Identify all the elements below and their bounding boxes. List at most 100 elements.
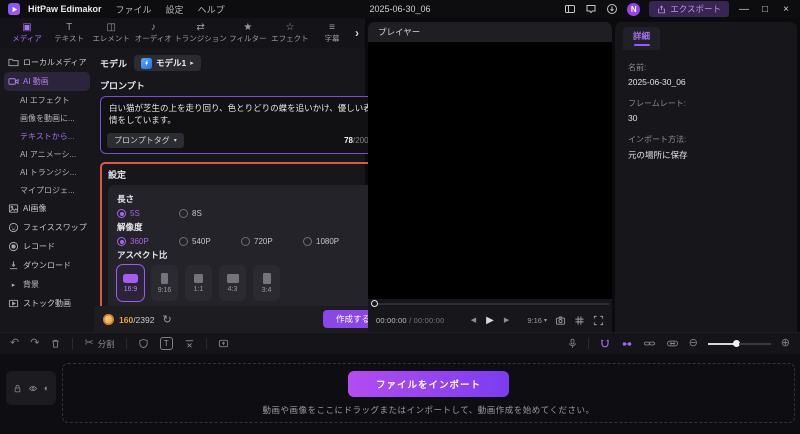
sidebar-item-text-to-video[interactable]: テキストから...: [4, 127, 90, 145]
sidebar-item-record[interactable]: レコード: [4, 237, 90, 256]
download-updates-icon[interactable]: [606, 3, 618, 15]
menu-file[interactable]: ファイル: [116, 3, 152, 16]
tab-audio[interactable]: ♪ オーディオ: [132, 22, 174, 44]
aspect-16-9-button[interactable]: 16:9: [117, 265, 144, 301]
radio-1080p[interactable]: 1080P: [303, 237, 365, 246]
seek-bar[interactable]: [368, 299, 612, 308]
details-panel: 詳細 名前: 2025-06-30_06 フレームレート: 30 インポート方法…: [615, 22, 797, 332]
remove-subtitle-icon[interactable]: [184, 338, 195, 349]
mute-track-icon[interactable]: ◐: [44, 383, 49, 393]
tab-media[interactable]: ▣ メディア: [6, 22, 48, 44]
fullscreen-icon[interactable]: [593, 315, 604, 326]
mask-icon[interactable]: [138, 338, 149, 349]
auto-ripple-toggle-icon[interactable]: [599, 338, 611, 350]
player-panel: プレイヤー 00:00:00 / 00:00:00 ◀ ▶ ▶ 9:16 ▾: [368, 22, 612, 332]
aspect-1-1-button[interactable]: 1:1: [185, 265, 212, 301]
sidebar-item-ai-video[interactable]: AI 動画: [4, 72, 90, 91]
menu-help[interactable]: ヘルプ: [198, 3, 225, 16]
face-swap-icon: [8, 222, 19, 233]
radio-8s[interactable]: 8S: [179, 209, 241, 218]
radio-360p[interactable]: 360P: [117, 237, 179, 246]
sidebar-item-ai-effects[interactable]: AI エフェクト: [4, 91, 90, 109]
sidebar-item-background[interactable]: ▸ 背景: [4, 275, 90, 294]
tab-text[interactable]: T テキスト: [48, 22, 90, 44]
feedback-icon[interactable]: [585, 3, 597, 15]
voiceover-mic-icon[interactable]: [567, 338, 578, 349]
model-select-button[interactable]: モデル1 ▸: [134, 55, 201, 71]
split-button[interactable]: ✂ 分割: [84, 338, 114, 350]
radio-icon: [241, 237, 250, 246]
radio-540p[interactable]: 540P: [179, 237, 241, 246]
active-tab-underline: [633, 44, 650, 46]
redo-icon[interactable]: ↷: [30, 338, 39, 349]
tab-filters[interactable]: ★ フィルター: [227, 22, 269, 44]
delete-icon[interactable]: [50, 338, 61, 349]
tab-effects[interactable]: ☆ エフェクト: [269, 22, 311, 44]
sidebar-item-ai-image[interactable]: AI画像: [4, 199, 90, 218]
sidebar-item-ai-animation[interactable]: AI アニメーシ...: [4, 145, 90, 163]
snapshot-icon[interactable]: [555, 315, 566, 326]
fit-timeline-icon[interactable]: [666, 338, 679, 349]
close-button[interactable]: ×: [780, 4, 792, 15]
undo-icon[interactable]: ↶: [10, 338, 19, 349]
tab-subtitles[interactable]: ≡ 字幕: [311, 22, 353, 44]
aspect-9-16-button[interactable]: 9:16: [151, 265, 178, 301]
lock-track-icon[interactable]: [13, 384, 22, 393]
radio-720p[interactable]: 720P: [241, 237, 303, 246]
aspect-3-4-button[interactable]: 3:4: [253, 265, 280, 301]
zoom-slider[interactable]: [707, 340, 771, 347]
seek-track[interactable]: [378, 302, 609, 305]
grid-icon[interactable]: [574, 315, 585, 326]
filters-icon: ★: [243, 22, 253, 33]
menu-settings[interactable]: 設定: [166, 3, 184, 16]
prompt-tag-dropdown[interactable]: プロンプトタグ ▾: [107, 133, 184, 148]
player-tools: 9:16 ▾: [527, 315, 604, 326]
tab-elements[interactable]: ◫ エレメント: [90, 22, 132, 44]
detail-field-framerate: フレームレート: 30: [628, 99, 686, 123]
export-button[interactable]: エクスポート: [649, 1, 729, 17]
tab-details[interactable]: 詳細: [623, 27, 661, 50]
sidebar-item-stock-video[interactable]: ストック動画: [4, 294, 90, 313]
aspect-1-1-icon: [194, 273, 203, 283]
sidebar-item-download[interactable]: ダウンロード: [4, 256, 90, 275]
details-body: 名前: 2025-06-30_06 フレームレート: 30 インポート方法: 元…: [615, 50, 797, 184]
user-avatar[interactable]: N: [627, 2, 641, 16]
sidebar-item-face-swap[interactable]: フェイススワップ: [4, 218, 90, 237]
zoom-in-icon[interactable]: ⊕: [781, 338, 790, 349]
minimize-button[interactable]: —: [738, 4, 750, 15]
link-clips-toggle-icon[interactable]: [621, 338, 633, 350]
chevron-down-icon: ▾: [173, 138, 177, 144]
import-file-button[interactable]: ファイルをインポート: [347, 370, 509, 397]
radio-5s[interactable]: 5S: [117, 209, 179, 218]
next-frame-icon[interactable]: ▶: [504, 316, 509, 324]
unlink-icon[interactable]: [643, 338, 656, 349]
download-icon: [8, 260, 19, 271]
prompt-textarea[interactable]: 白い猫が芝生の上を走り回り、色とりどりの蝶を追いかけ、優しい表情をしています。 …: [100, 96, 382, 154]
seek-handle[interactable]: [371, 300, 378, 307]
speed-icon[interactable]: [218, 338, 229, 349]
timeline-toolbar: ↶ ↷ ✂ 分割 T ⊖ ⊕: [0, 332, 800, 354]
tabs-overflow-chevron-icon[interactable]: ›: [353, 26, 361, 40]
refresh-credits-icon[interactable]: ↻: [162, 313, 171, 326]
sidebar-item-ai-transition[interactable]: AI トランジシ...: [4, 163, 90, 181]
tab-transitions[interactable]: ⇄ トランジション: [174, 22, 227, 44]
hide-track-icon[interactable]: [28, 384, 38, 393]
zoom-out-icon[interactable]: ⊖: [689, 338, 698, 349]
radio-icon: [179, 209, 188, 218]
preview-ratio-dropdown[interactable]: 9:16 ▾: [527, 316, 547, 325]
sidebar-item-image-to-video[interactable]: 画像を動画に...: [4, 109, 90, 127]
play-icon[interactable]: ▶: [486, 315, 494, 326]
maximize-button[interactable]: □: [759, 4, 771, 15]
layout-panel-icon[interactable]: [564, 3, 576, 15]
aspect-3-4-icon: [262, 272, 271, 284]
settings-section: 設定 長さ 5S 8S 解像度 360P 540P 720P 1080P アスペ…: [100, 162, 382, 317]
sidebar-item-my-projects[interactable]: マイプロジェ...: [4, 181, 90, 199]
media-drop-zone[interactable]: ファイルをインポート 動画や画像をここにドラッグまたはインポートして、動画作成を…: [62, 363, 795, 423]
prompt-label: プロンプト: [100, 81, 145, 91]
aspect-4-3-button[interactable]: 4:3: [219, 265, 246, 301]
prev-frame-icon[interactable]: ◀: [471, 316, 476, 324]
add-text-icon[interactable]: T: [159, 337, 173, 350]
video-preview[interactable]: [368, 42, 612, 299]
sidebar-item-local-media[interactable]: ローカルメディア: [4, 53, 90, 72]
sidebar: ローカルメディア AI 動画 AI エフェクト 画像を動画に... テキストから…: [0, 48, 94, 332]
